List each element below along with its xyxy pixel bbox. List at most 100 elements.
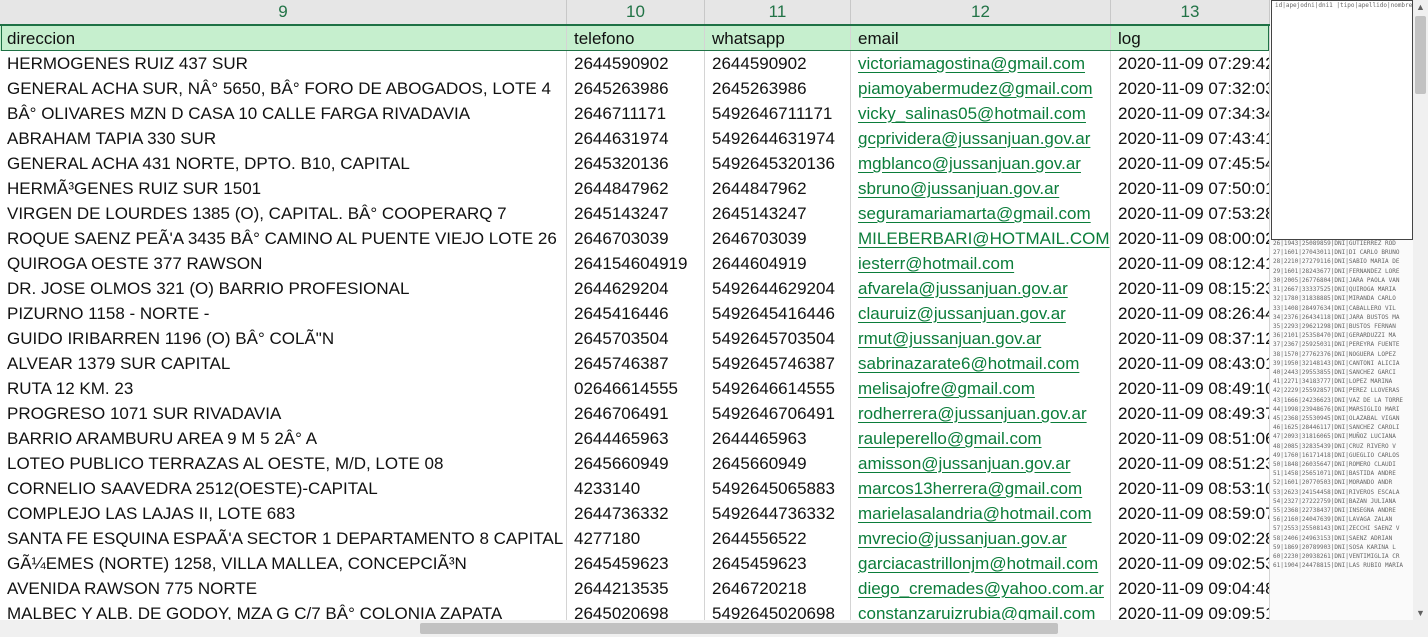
email-link[interactable]: clauruiz@jussanjuan.gov.ar bbox=[858, 304, 1066, 323]
whatsapp-cell[interactable]: 2644604919 bbox=[705, 251, 851, 276]
email-cell[interactable]: victoriamagostina@gmail.com bbox=[851, 51, 1111, 76]
log-cell[interactable]: 2020-11-09 09:02:53 bbox=[1111, 551, 1270, 576]
header-cell-telefono[interactable]: telefono bbox=[567, 26, 705, 51]
telefono-cell[interactable]: 2646703039 bbox=[567, 226, 705, 251]
email-cell[interactable]: marcos13herrera@gmail.com bbox=[851, 476, 1111, 501]
telefono-cell[interactable]: 2644631974 bbox=[567, 126, 705, 151]
email-cell[interactable]: afvarela@jussanjuan.gov.ar bbox=[851, 276, 1111, 301]
email-link[interactable]: marcos13herrera@gmail.com bbox=[858, 479, 1082, 498]
telefono-cell[interactable]: 2645459623 bbox=[567, 551, 705, 576]
direccion-cell[interactable]: PROGRESO 1071 SUR RIVADAVIA bbox=[0, 401, 567, 426]
telefono-cell[interactable]: 2644736332 bbox=[567, 501, 705, 526]
horizontal-scrollbar[interactable] bbox=[0, 620, 1428, 637]
email-cell[interactable]: seguramariamarta@gmail.com bbox=[851, 201, 1111, 226]
direccion-cell[interactable]: PIZURNO 1158 - NORTE - bbox=[0, 301, 567, 326]
email-cell[interactable]: piamoyabermudez@gmail.com bbox=[851, 76, 1111, 101]
telefono-cell[interactable]: 02646614555 bbox=[567, 376, 705, 401]
log-cell[interactable]: 2020-11-09 08:26:44 bbox=[1111, 301, 1270, 326]
log-cell[interactable]: 2020-11-09 09:02:28 bbox=[1111, 526, 1270, 551]
telefono-cell[interactable]: 2646706491 bbox=[567, 401, 705, 426]
whatsapp-cell[interactable]: 2644556522 bbox=[705, 526, 851, 551]
log-cell[interactable]: 2020-11-09 07:53:28 bbox=[1111, 201, 1270, 226]
email-link[interactable]: afvarela@jussanjuan.gov.ar bbox=[858, 279, 1068, 298]
log-cell[interactable]: 2020-11-09 08:00:02 bbox=[1111, 226, 1270, 251]
direccion-cell[interactable]: BÂ° OLIVARES MZN D CASA 10 CALLE FARGA R… bbox=[0, 101, 567, 126]
scroll-down-arrow-icon[interactable]: ▼ bbox=[1413, 606, 1428, 620]
whatsapp-cell[interactable]: 5492646711171 bbox=[705, 101, 851, 126]
email-link[interactable]: diego_cremades@yahoo.com.ar bbox=[858, 579, 1104, 598]
log-cell[interactable]: 2020-11-09 08:49:10 bbox=[1111, 376, 1270, 401]
telefono-cell[interactable]: 2644465963 bbox=[567, 426, 705, 451]
email-link[interactable]: rodherrera@jussanjuan.gov.ar bbox=[858, 404, 1087, 423]
telefono-cell[interactable]: 2645320136 bbox=[567, 151, 705, 176]
whatsapp-cell[interactable]: 2645143247 bbox=[705, 201, 851, 226]
email-cell[interactable]: rodherrera@jussanjuan.gov.ar bbox=[851, 401, 1111, 426]
telefono-cell[interactable]: 2646711171 bbox=[567, 101, 705, 126]
whatsapp-cell[interactable]: 2645263986 bbox=[705, 76, 851, 101]
column-header-13[interactable]: 13 bbox=[1111, 0, 1270, 24]
email-cell[interactable]: marielasalandria@hotmail.com bbox=[851, 501, 1111, 526]
log-cell[interactable]: 2020-11-09 08:51:06 bbox=[1111, 426, 1270, 451]
log-cell[interactable]: 2020-11-09 08:53:10 bbox=[1111, 476, 1270, 501]
telefono-cell[interactable]: 2645263986 bbox=[567, 76, 705, 101]
direccion-cell[interactable]: ABRAHAM TAPIA 330 SUR bbox=[0, 126, 567, 151]
email-link[interactable]: gcprividera@jussanjuan.gov.ar bbox=[858, 129, 1090, 148]
whatsapp-cell[interactable]: 5492645703504 bbox=[705, 326, 851, 351]
header-cell-direccion[interactable]: direccion bbox=[0, 26, 567, 51]
log-cell[interactable]: 2020-11-09 08:59:07 bbox=[1111, 501, 1270, 526]
whatsapp-cell[interactable]: 5492645746387 bbox=[705, 351, 851, 376]
vertical-scroll-thumb[interactable] bbox=[1415, 16, 1426, 94]
whatsapp-cell[interactable]: 2644590902 bbox=[705, 51, 851, 76]
email-cell[interactable]: vicky_salinas05@hotmail.com bbox=[851, 101, 1111, 126]
log-cell[interactable]: 2020-11-09 07:45:54 bbox=[1111, 151, 1270, 176]
whatsapp-cell[interactable]: 5492646706491 bbox=[705, 401, 851, 426]
column-header-10[interactable]: 10 bbox=[567, 0, 705, 24]
telefono-cell[interactable]: 4277180 bbox=[567, 526, 705, 551]
telefono-cell[interactable]: 4233140 bbox=[567, 476, 705, 501]
whatsapp-cell[interactable]: 5492645416446 bbox=[705, 301, 851, 326]
telefono-cell[interactable]: 2644590902 bbox=[567, 51, 705, 76]
email-link[interactable]: seguramariamarta@gmail.com bbox=[858, 204, 1091, 223]
log-cell[interactable]: 2020-11-09 08:15:23 bbox=[1111, 276, 1270, 301]
email-cell[interactable]: clauruiz@jussanjuan.gov.ar bbox=[851, 301, 1111, 326]
telefono-cell[interactable]: 2644629204 bbox=[567, 276, 705, 301]
direccion-cell[interactable]: HERMÃ³GENES RUIZ SUR 1501 bbox=[0, 176, 567, 201]
whatsapp-cell[interactable]: 5492646614555 bbox=[705, 376, 851, 401]
email-link[interactable]: marielasalandria@hotmail.com bbox=[858, 504, 1092, 523]
email-cell[interactable]: iesterr@hotmail.com bbox=[851, 251, 1111, 276]
telefono-cell[interactable]: 2644213535 bbox=[567, 576, 705, 601]
whatsapp-cell[interactable]: 2644847962 bbox=[705, 176, 851, 201]
email-cell[interactable]: diego_cremades@yahoo.com.ar bbox=[851, 576, 1111, 601]
direccion-cell[interactable]: AVENIDA RAWSON 775 NORTE bbox=[0, 576, 567, 601]
direccion-cell[interactable]: CORNELIO SAAVEDRA 2512(OESTE)-CAPITAL bbox=[0, 476, 567, 501]
direccion-cell[interactable]: DR. JOSE OLMOS 321 (O) BARRIO PROFESIONA… bbox=[0, 276, 567, 301]
telefono-cell[interactable]: 2645416446 bbox=[567, 301, 705, 326]
telefono-cell[interactable]: 2645746387 bbox=[567, 351, 705, 376]
whatsapp-cell[interactable]: 2646720218 bbox=[705, 576, 851, 601]
email-cell[interactable]: garciacastrillonjm@hotmail.com bbox=[851, 551, 1111, 576]
log-cell[interactable]: 2020-11-09 08:37:12 bbox=[1111, 326, 1270, 351]
direccion-cell[interactable]: SANTA FE ESQUINA ESPAÃ'A SECTOR 1 DEPART… bbox=[0, 526, 567, 551]
telefono-cell[interactable]: 2645660949 bbox=[567, 451, 705, 476]
log-cell[interactable]: 2020-11-09 08:51:23 bbox=[1111, 451, 1270, 476]
scroll-up-arrow-icon[interactable]: ▲ bbox=[1413, 0, 1428, 14]
email-link[interactable]: piamoyabermudez@gmail.com bbox=[858, 79, 1093, 98]
email-link[interactable]: mvrecio@jussanjuan.gov.ar bbox=[858, 529, 1067, 548]
column-header-9[interactable]: 9 bbox=[0, 0, 567, 24]
log-cell[interactable]: 2020-11-09 07:34:34 bbox=[1111, 101, 1270, 126]
header-cell-log[interactable]: log bbox=[1111, 26, 1270, 51]
email-link[interactable]: victoriamagostina@gmail.com bbox=[858, 54, 1085, 73]
column-header-11[interactable]: 11 bbox=[705, 0, 851, 24]
direccion-cell[interactable]: GUIDO IRIBARREN 1196 (O) BÂ° COLÃ"N bbox=[0, 326, 567, 351]
email-link[interactable]: garciacastrillonjm@hotmail.com bbox=[858, 554, 1098, 573]
email-link[interactable]: rauleperello@gmail.com bbox=[858, 429, 1042, 448]
log-cell[interactable]: 2020-11-09 07:32:03 bbox=[1111, 76, 1270, 101]
email-cell[interactable]: melisajofre@gmail.com bbox=[851, 376, 1111, 401]
horizontal-scroll-thumb[interactable] bbox=[420, 623, 1058, 634]
email-link[interactable]: mgblanco@jussanjuan.gov.ar bbox=[858, 154, 1081, 173]
email-cell[interactable]: mgblanco@jussanjuan.gov.ar bbox=[851, 151, 1111, 176]
log-cell[interactable]: 2020-11-09 07:43:41 bbox=[1111, 126, 1270, 151]
whatsapp-cell[interactable]: 5492644631974 bbox=[705, 126, 851, 151]
direccion-cell[interactable]: VIRGEN DE LOURDES 1385 (O), CAPITAL. BÂ°… bbox=[0, 201, 567, 226]
email-link[interactable]: MILEBERBARI@HOTMAIL.COM bbox=[858, 229, 1110, 248]
